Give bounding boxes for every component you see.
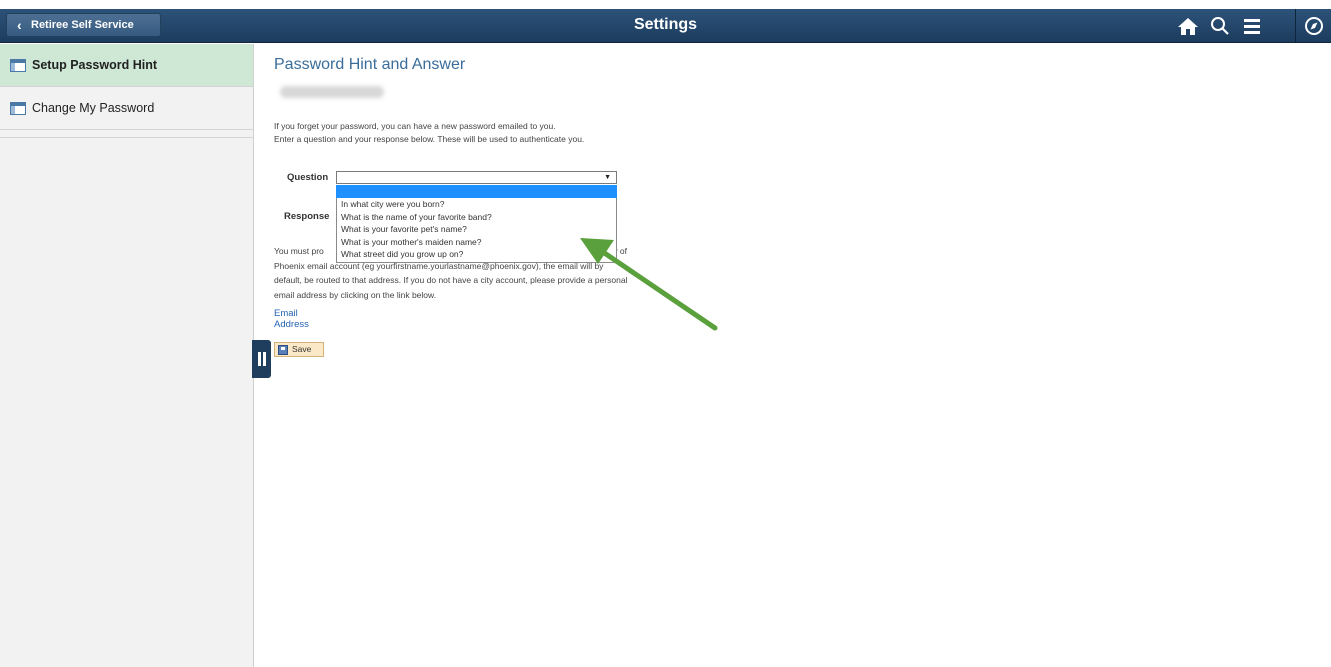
sidebar-item-label: Change My Password xyxy=(32,101,155,115)
sidebar-item-label: Setup Password Hint xyxy=(32,58,158,72)
redacted-user-id xyxy=(280,86,384,98)
instructions: If you forget your password, you can hav… xyxy=(274,120,584,146)
para-line-1-start: You must pro xyxy=(274,246,324,256)
question-select[interactable]: ▼ xyxy=(336,171,617,184)
save-button[interactable]: Save xyxy=(274,342,324,357)
pause-bar-icon xyxy=(258,352,261,366)
search-icon[interactable] xyxy=(1208,15,1232,37)
page-icon xyxy=(10,102,26,115)
back-button-label: Retiree Self Service xyxy=(31,19,134,31)
chevron-left-icon: ‹ xyxy=(17,17,22,33)
header-divider xyxy=(1295,9,1296,43)
page-icon xyxy=(10,59,26,72)
menu-icon[interactable] xyxy=(1240,15,1264,37)
sidebar: Setup Password Hint Change My Password xyxy=(0,44,254,667)
back-button[interactable]: ‹ Retiree Self Service xyxy=(6,13,161,37)
instructions-line-2: Enter a question and your response below… xyxy=(274,134,585,144)
navbar-compass-icon[interactable] xyxy=(1302,15,1326,37)
save-disk-icon xyxy=(278,345,288,355)
dropdown-option-blank-highlighted[interactable] xyxy=(336,185,617,198)
dropdown-option[interactable]: In what city were you born? xyxy=(337,198,616,211)
email-address-link[interactable]: Email Address xyxy=(274,308,309,330)
question-label: Question xyxy=(287,172,329,183)
response-label: Response xyxy=(284,211,330,222)
green-annotation-arrow-icon xyxy=(580,238,718,331)
app-header: ‹ Retiree Self Service Settings xyxy=(0,9,1331,43)
page-title: Settings xyxy=(633,16,698,33)
save-button-label: Save xyxy=(292,344,312,354)
home-icon[interactable] xyxy=(1176,15,1200,37)
pause-bar-icon xyxy=(263,352,266,366)
sidebar-item-change-my-password[interactable]: Change My Password xyxy=(0,87,253,130)
sidebar-item-setup-password-hint[interactable]: Setup Password Hint xyxy=(0,44,253,87)
dropdown-arrow-icon: ▼ xyxy=(604,174,611,181)
sidebar-divider xyxy=(0,130,253,138)
sidebar-collapse-handle[interactable] xyxy=(252,340,271,378)
instructions-line-1: If you forget your password, you can hav… xyxy=(274,121,556,131)
dropdown-option[interactable]: What is the name of your favorite band? xyxy=(337,211,616,224)
section-heading: Password Hint and Answer xyxy=(274,56,466,73)
